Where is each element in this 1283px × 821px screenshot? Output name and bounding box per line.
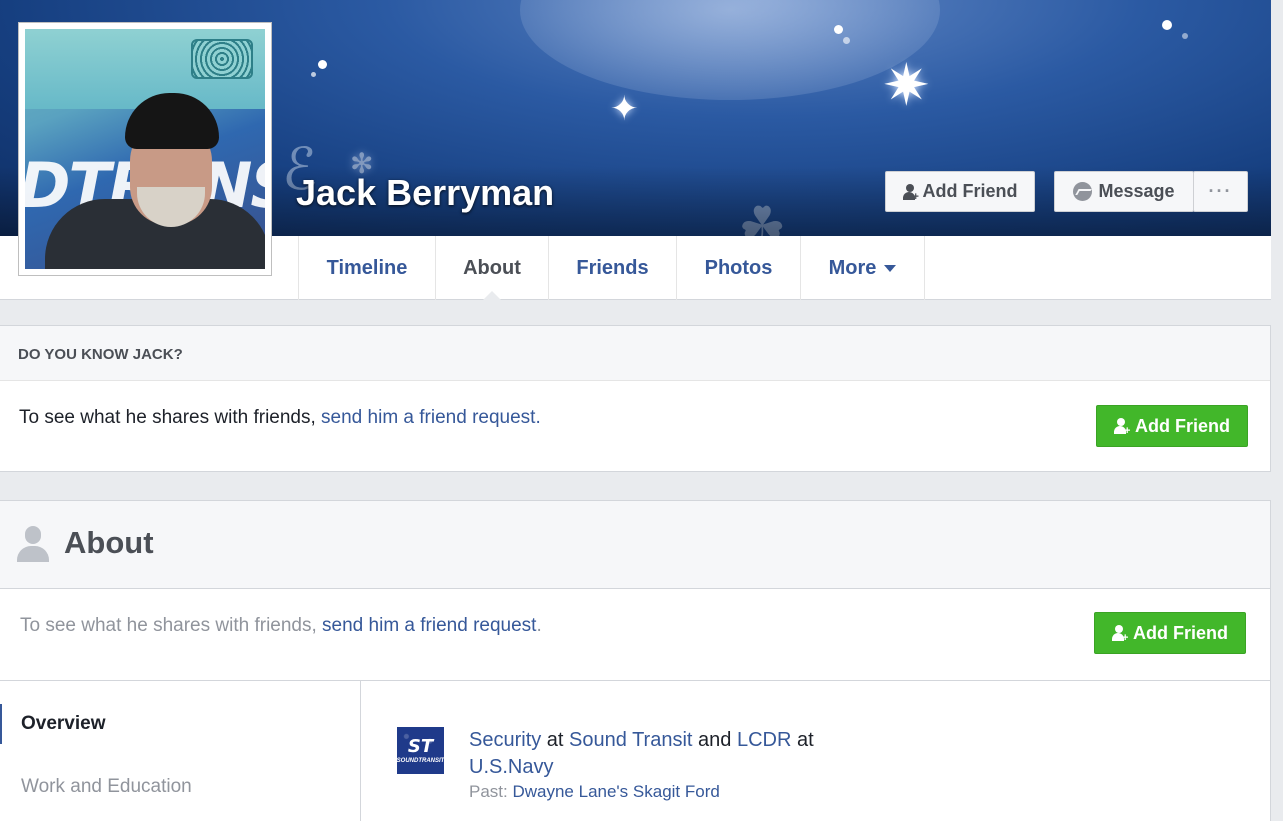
add-friend-label: Add Friend (922, 181, 1018, 201)
about-section-overview[interactable]: Overview (0, 704, 360, 744)
sparkle-icon: ✷ (882, 51, 931, 119)
tab-friends[interactable]: Friends (548, 236, 676, 300)
us-navy-link[interactable]: U.S.Navy (469, 756, 553, 778)
tab-about[interactable]: About (435, 236, 548, 301)
about-sections-nav: Overview Work and Education (0, 681, 361, 821)
logo-mark: ST (407, 735, 434, 757)
role-security-link[interactable]: Security (469, 729, 541, 751)
cover-star (318, 60, 327, 69)
tab-label: Photos (704, 256, 773, 279)
connector-text: and (692, 729, 737, 751)
profile-photo: DTRANS (25, 29, 265, 269)
work-description: Security at Sound Transit and LCDR at U.… (469, 727, 889, 781)
about-request-row: To see what he shares with friends, send… (0, 589, 1270, 681)
profile-picture[interactable]: DTRANS (18, 22, 272, 276)
know-card: DO YOU KNOW JACK? To see what he shares … (0, 325, 1271, 472)
cover-star (1162, 20, 1172, 30)
add-friend-icon: + (902, 183, 919, 202)
tab-photos[interactable]: Photos (676, 236, 800, 300)
about-request-suffix: . (536, 615, 542, 636)
sound-transit-logo[interactable]: ST SOUNDTRANSIT (397, 727, 444, 774)
cover-star (834, 25, 843, 34)
past-work: Past: Dwayne Lane's Skagit Ford (469, 782, 720, 802)
about-request-text: To see what he shares with friends, send… (20, 615, 542, 637)
past-label: Past: (469, 782, 513, 801)
message-label: Message (1098, 181, 1175, 201)
know-card-header: DO YOU KNOW JACK? (0, 326, 1270, 381)
friend-request-link[interactable]: send him a friend request (322, 615, 536, 636)
add-friend-label: Add Friend (1133, 622, 1228, 643)
logo-text: SOUNDTRANSIT (396, 757, 445, 764)
about-title: About (64, 525, 154, 560)
tab-more[interactable]: More (800, 236, 925, 300)
message-button[interactable]: Message (1054, 171, 1194, 212)
connector-text: at (791, 729, 814, 751)
about-section-work-education[interactable]: Work and Education (0, 767, 360, 807)
about-request-prefix: To see what he shares with friends, (20, 615, 323, 636)
add-friend-icon: + (1112, 625, 1128, 644)
caret-down-icon (884, 264, 897, 272)
connector-text: at (541, 729, 570, 751)
friend-request-link[interactable]: send him a friend request. (321, 407, 541, 428)
add-friend-label: Add Friend (1135, 415, 1230, 436)
add-friend-button[interactable]: + Add Friend (885, 171, 1035, 212)
add-friend-icon: + (1114, 418, 1130, 437)
know-card-text: To see what he shares with friends, send… (19, 407, 541, 429)
tab-label: More (828, 256, 877, 279)
person-icon (17, 526, 49, 562)
photo-vent (191, 39, 253, 79)
tab-label: Timeline (326, 256, 408, 279)
tab-label: About (463, 256, 521, 279)
add-friend-button[interactable]: + Add Friend (1096, 405, 1248, 447)
tab-label: Friends (576, 256, 649, 279)
past-employer-link[interactable]: Dwayne Lane's Skagit Ford (512, 782, 719, 801)
sound-transit-link[interactable]: Sound Transit (569, 729, 692, 751)
more-options-button[interactable]: ··· (1193, 171, 1248, 212)
add-friend-button[interactable]: + Add Friend (1094, 612, 1246, 654)
role-lcdr-link[interactable]: LCDR (737, 729, 791, 751)
ellipsis-icon: ··· (1208, 181, 1233, 201)
cover-star (1182, 33, 1188, 39)
about-card-header: About (0, 501, 1270, 589)
cover-glow (520, 0, 940, 100)
sparkle-icon: ✦ (610, 89, 639, 129)
about-card: About To see what he shares with friends… (0, 500, 1271, 821)
cover-star (311, 72, 316, 77)
profile-name[interactable]: Jack Berryman (296, 172, 554, 214)
know-card-prefix: To see what he shares with friends, (19, 407, 322, 428)
messenger-icon (1073, 182, 1093, 201)
tab-timeline[interactable]: Timeline (298, 236, 435, 300)
cover-star (843, 37, 850, 44)
